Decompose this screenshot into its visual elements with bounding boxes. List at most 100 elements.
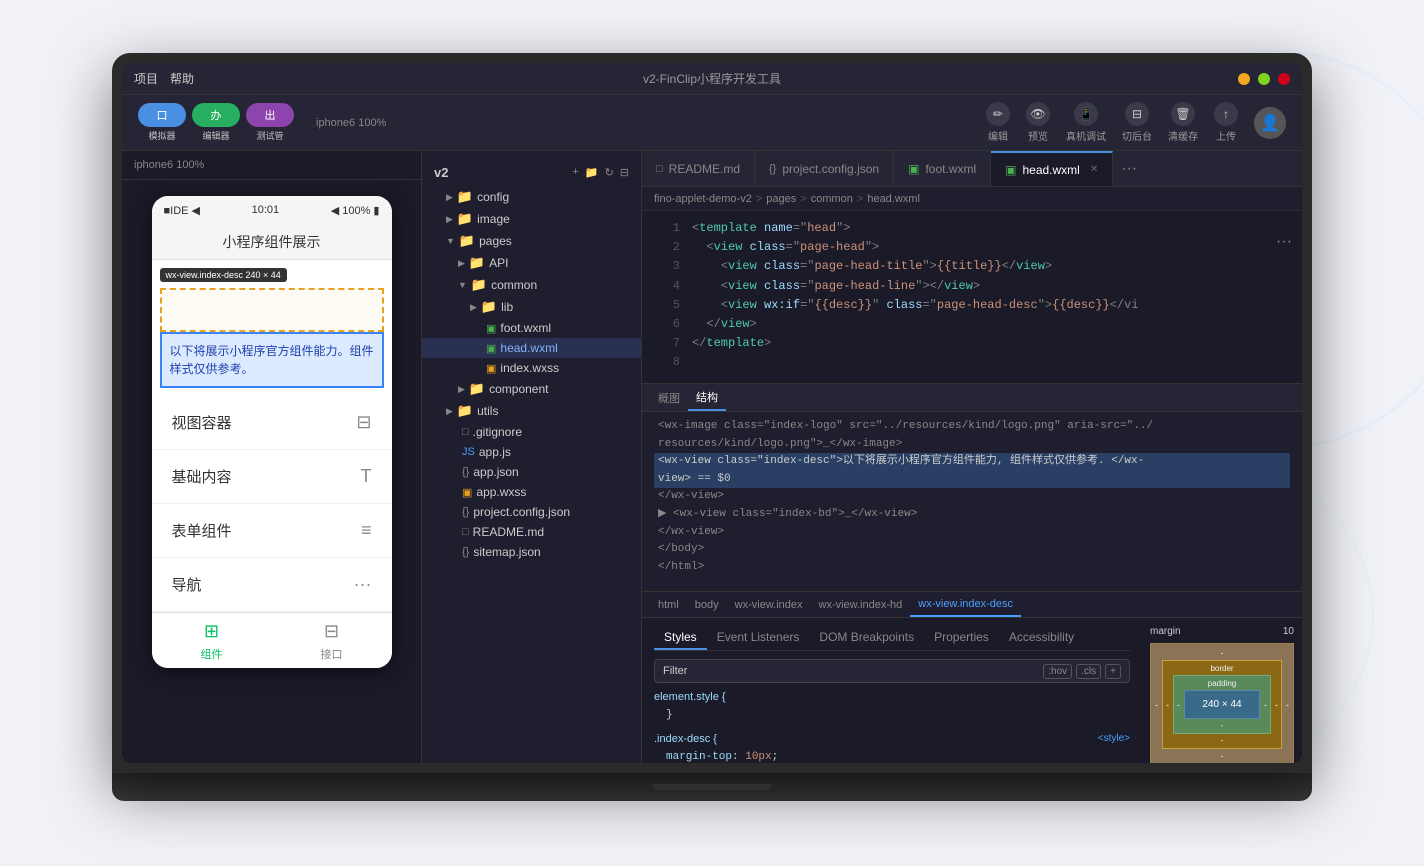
foot-wxml-label: foot.wxml [500, 321, 551, 335]
appjs-icon: JS [462, 446, 475, 458]
element-highlight [160, 288, 384, 332]
close-btn[interactable] [1278, 73, 1290, 85]
image-label: image [477, 212, 510, 226]
tree-item-appjs[interactable]: JS app.js [422, 442, 641, 462]
tree-item-lib[interactable]: ▶ 📁 lib [422, 296, 641, 318]
list-item-1[interactable]: 基础内容 T [152, 450, 392, 504]
menu-item-help[interactable]: 帮助 [170, 70, 194, 87]
list-item-3[interactable]: 导航 ··· [152, 558, 392, 612]
edit-icon: ✏ [986, 102, 1010, 126]
action-device-debug[interactable]: 📱 真机调试 [1066, 102, 1106, 143]
tree-item-foot-wxml[interactable]: ▣ foot.wxml [422, 318, 641, 338]
user-avatar[interactable]: 👤 [1254, 107, 1286, 139]
list-item-2[interactable]: 表单组件 ≡ [152, 504, 392, 558]
styles-filter[interactable]: Filter :hov .cls + [654, 659, 1130, 683]
tree-item-index-wxss[interactable]: ▣ index.wxss [422, 358, 641, 378]
tree-item-image[interactable]: ▶ 📁 image [422, 208, 641, 230]
edit-label: 编辑 [988, 128, 1008, 143]
tab-footwxml[interactable]: ▣ foot.wxml [894, 151, 991, 186]
selected-element: 以下将展示小程序官方组件能力。组件样式仅供参考。 [160, 332, 384, 388]
tree-item-projectjson[interactable]: {} project.config.json [422, 502, 641, 522]
head-wxml-label: head.wxml [500, 341, 557, 355]
panel-tab-props[interactable]: Properties [924, 626, 999, 648]
toolbar-btn-editor[interactable]: 办 编辑器 [192, 103, 240, 142]
styles-left: Styles Event Listeners DOM Breakpoints P… [642, 618, 1142, 763]
code-lines[interactable]: 1 <template name="head"> 2 <view class="… [642, 211, 1302, 383]
footwxml-tab-icon: ▣ [908, 162, 919, 176]
html-line-3[interactable]: view> == $0 [654, 471, 1290, 489]
minimize-btn[interactable] [1238, 73, 1250, 85]
laptop-base [112, 773, 1312, 801]
element-path-tabs: html body wx-view.index wx-view.index-hd… [642, 592, 1302, 618]
headwxml-tab-close[interactable]: ✕ [1090, 164, 1098, 175]
devtools-tab-outline[interactable]: 概图 [650, 384, 688, 411]
filter-hov[interactable]: :hov [1043, 664, 1072, 679]
list-item-0[interactable]: 视图容器 ⊟ [152, 396, 392, 450]
line-content-4: <view class="page-head-line"></view> [692, 277, 980, 296]
toolbar-btn-test[interactable]: 出 测试管 [246, 103, 294, 142]
editor-btn[interactable]: 办 [192, 103, 240, 127]
panel-tab-access[interactable]: Accessibility [999, 626, 1084, 648]
action-edit[interactable]: ✏ 编辑 [986, 102, 1010, 143]
selected-element-text: 以下将展示小程序官方组件能力。组件样式仅供参考。 [170, 342, 374, 378]
refresh-icon[interactable]: ↻ [605, 166, 614, 179]
test-btn[interactable]: 出 [246, 103, 294, 127]
tree-item-appjson[interactable]: {} app.json [422, 462, 641, 482]
simulator-btn[interactable]: 口 [138, 103, 186, 127]
margin-label: margin [1150, 626, 1181, 637]
html-line-2[interactable]: <wx-view class="index-desc">以下将展示小程序官方组件… [654, 453, 1290, 471]
filter-text: Filter [663, 665, 1043, 677]
panel-tab-styles[interactable]: Styles [654, 626, 707, 650]
tree-item-gitignore[interactable]: □ .gitignore [422, 422, 641, 442]
elem-tab-wxview-index-desc[interactable]: wx-view.index-desc [910, 592, 1021, 617]
maximize-btn[interactable] [1258, 73, 1270, 85]
panel-tab-event[interactable]: Event Listeners [707, 626, 810, 648]
box-diagram: - - border - [1150, 643, 1294, 763]
filter-cls[interactable]: .cls [1076, 664, 1101, 679]
tree-item-appwxss[interactable]: ▣ app.wxss [422, 482, 641, 502]
title-bar: 项目 帮助 v2-FinClip小程序开发工具 [122, 63, 1302, 95]
toolbar-btn-simulator[interactable]: 口 模拟器 [138, 103, 186, 142]
tree-item-readme[interactable]: □ README.md [422, 522, 641, 542]
action-bg[interactable]: ⊟ 切后台 [1122, 102, 1152, 143]
action-upload[interactable]: ↑ 上传 [1214, 102, 1238, 143]
tree-item-utils[interactable]: ▶ 📁 utils [422, 400, 641, 422]
tab-headwxml[interactable]: ▣ head.wxml ✕ [991, 151, 1113, 186]
projectjson-label: project.config.json [473, 505, 570, 519]
devtools-tab-source[interactable]: 结构 [688, 384, 726, 411]
code-line-3: 3 <view class="page-head-title">{{title}… [642, 257, 1302, 276]
tree-item-component[interactable]: ▶ 📁 component [422, 378, 641, 400]
border-label: border [1166, 664, 1278, 673]
tree-item-pages[interactable]: ▼ 📁 pages [422, 230, 641, 252]
bg-label: 切后台 [1122, 128, 1152, 143]
collapse-icon[interactable]: ⊟ [620, 166, 629, 179]
tab-readme[interactable]: □ README.md [642, 151, 755, 186]
phone-tab-components[interactable]: ⊞ 组件 [200, 619, 224, 662]
tree-item-config[interactable]: ▶ 📁 config [422, 186, 641, 208]
new-folder-icon[interactable]: 📁 [585, 166, 599, 179]
tree-item-head-wxml[interactable]: ▣ head.wxml [422, 338, 641, 358]
phone-tab-api[interactable]: ⊟ 接口 [320, 619, 344, 662]
elem-tab-wxview-index-hd[interactable]: wx-view.index-hd [811, 592, 911, 617]
action-cache[interactable]: 🗑 清缓存 [1168, 102, 1198, 143]
elem-tab-body[interactable]: body [687, 592, 727, 617]
action-preview[interactable]: 👁 预览 [1026, 102, 1050, 143]
elem-tab-wxview-index[interactable]: wx-view.index [727, 592, 811, 617]
tree-item-sitemapjson[interactable]: {} sitemap.json [422, 542, 641, 562]
api-chevron: ▶ [458, 258, 465, 269]
new-file-icon[interactable]: + [572, 166, 578, 179]
code-line-8: 8 [642, 353, 1302, 372]
tree-item-common[interactable]: ▼ 📁 common [422, 274, 641, 296]
list-item-icon-3: ··· [354, 574, 372, 595]
menu-item-project[interactable]: 项目 [134, 70, 158, 87]
filter-plus[interactable]: + [1105, 664, 1121, 679]
tab-more[interactable]: ··· [1113, 151, 1145, 186]
panel-tab-dom[interactable]: DOM Breakpoints [809, 626, 924, 648]
device-info: iphone6 100% [316, 117, 386, 129]
tree-item-api[interactable]: ▶ 📁 API [422, 252, 641, 274]
elem-tab-html[interactable]: html [650, 592, 687, 617]
appjson-icon: {} [462, 466, 469, 478]
index-wxss-label: index.wxss [500, 361, 559, 375]
headwxml-tab-label: head.wxml [1022, 163, 1079, 177]
tab-projectconfig[interactable]: {} project.config.json [755, 151, 894, 186]
